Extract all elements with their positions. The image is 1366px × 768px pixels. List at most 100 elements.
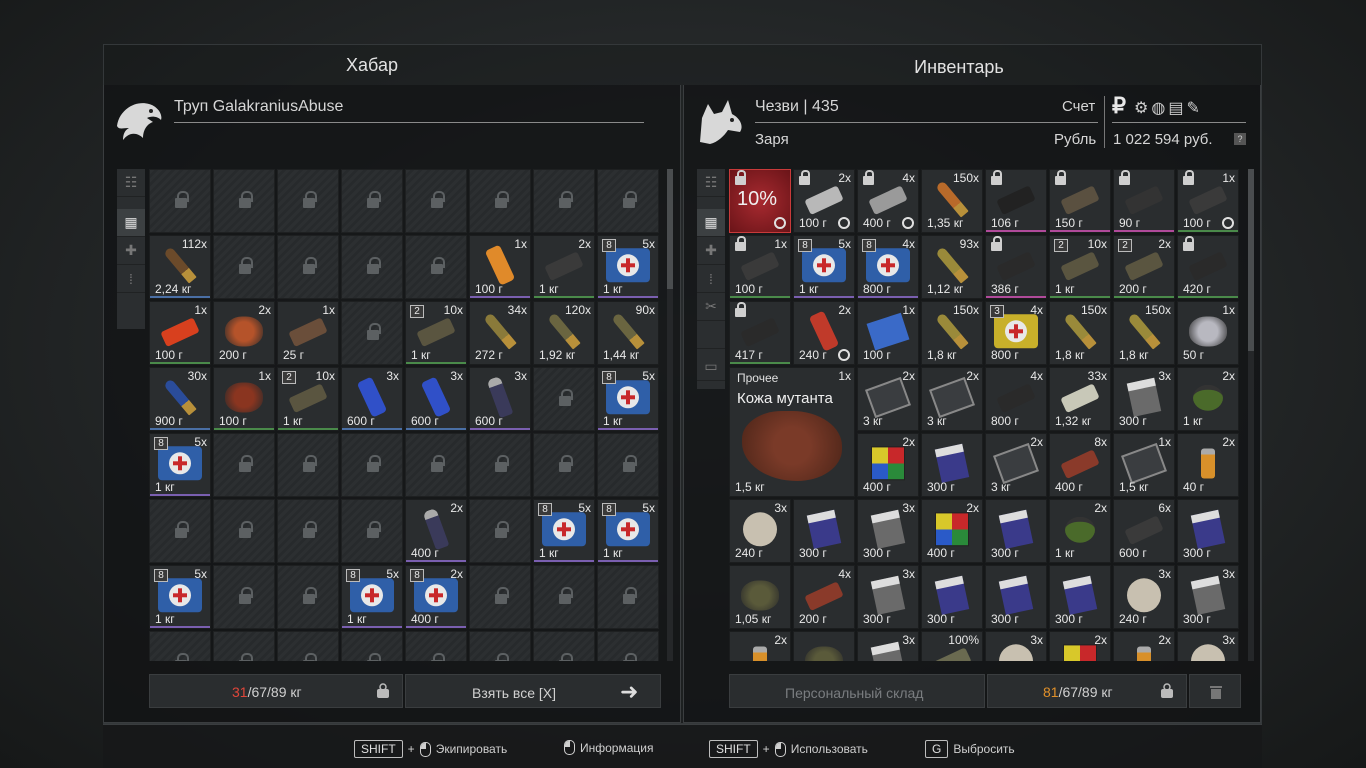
- locked-slot[interactable]: [277, 235, 339, 299]
- inventory-item[interactable]: 112x 2,24 кг: [149, 235, 211, 299]
- inventory-item[interactable]: [793, 631, 855, 661]
- locked-slot[interactable]: [597, 631, 659, 661]
- inventory-item[interactable]: 1x 100 г: [469, 235, 531, 299]
- inventory-item[interactable]: 300 г: [921, 565, 983, 629]
- inventory-item[interactable]: 8x 400 г: [1049, 433, 1111, 497]
- inventory-item[interactable]: 417 г: [729, 301, 791, 365]
- inventory-item[interactable]: 33x 1,32 кг: [1049, 367, 1111, 431]
- inventory-item[interactable]: 3x 300 г: [1113, 367, 1175, 431]
- locked-slot[interactable]: [597, 433, 659, 497]
- inventory-item[interactable]: 300 г: [1049, 565, 1111, 629]
- inventory-item[interactable]: 3x 300 г: [1177, 565, 1239, 629]
- inventory-item[interactable]: 3x 600 г: [405, 367, 467, 431]
- inventory-item[interactable]: 2x 3 кг: [985, 433, 1047, 497]
- locked-slot[interactable]: [469, 631, 531, 661]
- inventory-item[interactable]: 3x: [857, 631, 919, 661]
- inventory-item[interactable]: 5x 1 кг 8: [341, 565, 403, 629]
- locked-slot[interactable]: [213, 499, 275, 563]
- item-mutant-skin[interactable]: Прочее Кожа мутанта 1x 1,5 кг: [729, 367, 855, 497]
- inventory-item[interactable]: 106 г: [985, 169, 1047, 233]
- inventory-item[interactable]: 4x 400 г: [857, 169, 919, 233]
- tools-filter-icon[interactable]: ✂: [697, 293, 725, 321]
- inventory-item[interactable]: 1,05 кг: [729, 565, 791, 629]
- tools-icon[interactable]: ✎: [1186, 100, 1202, 117]
- locked-slot[interactable]: [277, 565, 339, 629]
- list-view-icon[interactable]: ☷: [117, 169, 145, 197]
- inventory-item[interactable]: 3x 600 г: [341, 367, 403, 431]
- medical-filter-icon[interactable]: ✚: [697, 237, 725, 265]
- inventory-item[interactable]: 5x 1 кг 8: [597, 367, 659, 431]
- inventory-item[interactable]: 10x 1 кг 2: [277, 367, 339, 431]
- medical-filter-icon[interactable]: ✚: [117, 237, 145, 265]
- inventory-item[interactable]: 150 г: [1049, 169, 1111, 233]
- inventory-item[interactable]: 10%: [729, 169, 791, 233]
- locked-slot[interactable]: [469, 499, 531, 563]
- inventory-item[interactable]: 300 г: [985, 565, 1047, 629]
- inventory-item[interactable]: 4x 800 г 8: [857, 235, 919, 299]
- inventory-item[interactable]: 1x 100 г: [1177, 169, 1239, 233]
- inventory-item[interactable]: 300 г: [1177, 499, 1239, 563]
- locked-slot[interactable]: [149, 169, 211, 233]
- container-filter-icon[interactable]: ▭: [697, 353, 725, 381]
- inventory-item[interactable]: 1x 100 г: [149, 301, 211, 365]
- inventory-scrollbar[interactable]: [1248, 169, 1254, 661]
- inventory-item[interactable]: 10x 1 кг 2: [1049, 235, 1111, 299]
- inventory-item[interactable]: 1x 25 г: [277, 301, 339, 365]
- inventory-item[interactable]: 93x 1,12 кг: [921, 235, 983, 299]
- inventory-item[interactable]: 5x 1 кг 8: [597, 235, 659, 299]
- locked-slot[interactable]: [341, 433, 403, 497]
- inventory-item[interactable]: 2x 100 г: [793, 169, 855, 233]
- locked-slot[interactable]: [341, 235, 403, 299]
- inventory-item[interactable]: 3x 240 г: [1113, 565, 1175, 629]
- inventory-item[interactable]: 5x 1 кг 8: [149, 433, 211, 497]
- inventory-item[interactable]: 10x 1 кг 2: [405, 301, 467, 365]
- inventory-item[interactable]: 5x 1 кг 8: [597, 499, 659, 563]
- inventory-item[interactable]: 4x 800 г: [985, 367, 1047, 431]
- inventory-item[interactable]: 3x 240 г: [729, 499, 791, 563]
- inventory-item[interactable]: 150x 1,8 кг: [921, 301, 983, 365]
- inventory-item[interactable]: 30x 900 г: [149, 367, 211, 431]
- locked-slot[interactable]: [277, 169, 339, 233]
- inventory-item[interactable]: 2x 200 г 2: [1113, 235, 1175, 299]
- inventory-item[interactable]: 2x 400 г: [857, 433, 919, 497]
- inventory-item[interactable]: 386 г: [985, 235, 1047, 299]
- inventory-item[interactable]: 2x 240 г: [793, 301, 855, 365]
- locked-slot[interactable]: [405, 235, 467, 299]
- inventory-item[interactable]: 3x: [985, 631, 1047, 661]
- compass-icon[interactable]: ◍: [1151, 100, 1168, 117]
- locked-slot[interactable]: [469, 565, 531, 629]
- inventory-item[interactable]: 3x 300 г: [857, 565, 919, 629]
- inventory-item[interactable]: 150x 1,8 кг: [1113, 301, 1175, 365]
- locked-slot[interactable]: [213, 433, 275, 497]
- locked-slot[interactable]: [405, 169, 467, 233]
- locked-slot[interactable]: [469, 169, 531, 233]
- locked-slot[interactable]: [341, 631, 403, 661]
- locked-slot[interactable]: [341, 499, 403, 563]
- inventory-item[interactable]: 2x 3 кг: [857, 367, 919, 431]
- inventory-item[interactable]: 3x 600 г: [469, 367, 531, 431]
- ruble-icon[interactable]: ₽: [1112, 93, 1126, 119]
- inventory-item[interactable]: 2x 1 кг: [533, 235, 595, 299]
- locked-slot[interactable]: [405, 433, 467, 497]
- grid-view-icon[interactable]: ▦: [117, 209, 145, 237]
- personal-stash-button[interactable]: Персональный склад: [729, 674, 985, 708]
- inventory-item[interactable]: 100%: [921, 631, 983, 661]
- locked-slot[interactable]: [213, 169, 275, 233]
- locked-slot[interactable]: [277, 631, 339, 661]
- inventory-item[interactable]: 300 г: [793, 499, 855, 563]
- inventory-item[interactable]: 4x 800 г 3: [985, 301, 1047, 365]
- inventory-item[interactable]: 1x 1,5 кг: [1113, 433, 1175, 497]
- inventory-item[interactable]: 150x 1,8 кг: [1049, 301, 1111, 365]
- inventory-item[interactable]: 1x 100 г: [213, 367, 275, 431]
- inventory-item[interactable]: 3x: [1177, 631, 1239, 661]
- inventory-item[interactable]: 5x 1 кг 8: [793, 235, 855, 299]
- inventory-item[interactable]: 2x 1 кг: [1177, 367, 1239, 431]
- locked-slot[interactable]: [213, 565, 275, 629]
- inventory-item[interactable]: 4x 200 г: [793, 565, 855, 629]
- locked-slot[interactable]: [149, 499, 211, 563]
- ammo-filter-icon[interactable]: ⁞: [697, 265, 725, 293]
- trash-button[interactable]: [1189, 674, 1241, 708]
- inventory-item[interactable]: 2x 200 г: [213, 301, 275, 365]
- inventory-item[interactable]: 300 г: [921, 433, 983, 497]
- list-view-icon[interactable]: ☷: [697, 169, 725, 197]
